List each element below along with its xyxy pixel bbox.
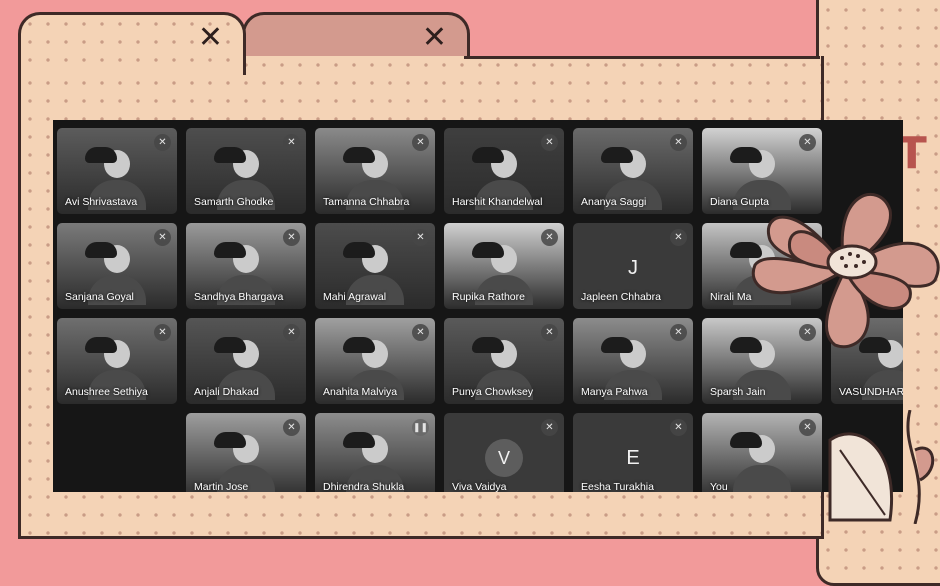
participant-name: Anahita Malviya [323,386,398,398]
mic-muted-icon: ✕ [412,134,429,151]
close-icon[interactable]: ✕ [422,23,447,53]
participant-name: Avi Shrivastava [65,196,138,208]
participant-tile[interactable]: ✕ Anahita Malviya [315,318,435,404]
participant-tile[interactable]: E ✕ Eesha Turakhia [573,413,693,492]
mic-muted-icon: ✕ [283,419,300,436]
participant-name: Sparsh Jain [710,386,766,398]
participant-tile[interactable]: ✕ Martin Jose [186,413,306,492]
participant-tile[interactable]: ✕ Punya Chowksey [444,318,564,404]
participant-avatar: E [626,447,640,469]
participant-name: Manya Pahwa [581,386,648,398]
participant-name: Ananya Saggi [581,196,647,208]
participant-name: Punya Chowksey [452,386,534,398]
participant-video [730,432,791,492]
participant-tile[interactable]: ✕ Rupika Rathore [444,223,564,309]
mic-muted-icon: ✕ [412,229,429,246]
mic-muted-icon: ✕ [412,324,429,341]
participant-name: Rupika Rathore [452,291,525,303]
mic-muted-icon: ✕ [670,134,687,151]
participant-name: Dhirendra Shukla [323,481,405,492]
participant-name: Viva Vaidya [452,481,507,492]
mic-muted-icon: ✕ [670,324,687,341]
participant-tile[interactable]: ✕ Tamanna Chhabra [315,128,435,214]
participant-tile[interactable]: ✕ Mahi Agrawal [315,223,435,309]
mic-muted-icon: ✕ [541,419,558,436]
participant-avatar: V [485,439,523,477]
participant-tile[interactable]: ✕ You [702,413,822,492]
participant-name: Martin Jose [194,481,249,492]
participant-tile[interactable]: ✕ Ananya Saggi [573,128,693,214]
participant-tile[interactable]: ✕ Manya Pahwa [573,318,693,404]
participant-name: VASUNDHARA [839,386,903,398]
mic-muted-icon: ✕ [283,134,300,151]
participant-avatar: J [628,257,638,279]
participant-tile[interactable]: ✕ Sanjana Goyal [57,223,177,309]
tab-active[interactable]: ✕ [18,12,246,75]
mic-muted-icon: ✕ [541,134,558,151]
participant-name: Japleen Chhabra [581,291,661,303]
participant-name: Anjali Dhakad [194,386,259,398]
mic-muted-icon: ✕ [670,229,687,246]
close-icon[interactable]: ✕ [198,23,223,53]
leaf-illustration [828,410,935,524]
participant-tile[interactable]: J ✕ Japleen Chhabra [573,223,693,309]
participant-tile[interactable]: ✕ Harshit Khandelwal [444,128,564,214]
flower-illustration [751,193,940,349]
participant-name: Eesha Turakhia [581,481,654,492]
mic-muted-icon: ✕ [283,324,300,341]
mic-muted-icon: ✕ [799,419,816,436]
participant-name: Anushree Sethiya [65,386,148,398]
participant-name: Samarth Ghodke [194,196,274,208]
mic-muted-icon: ✕ [799,134,816,151]
mic-muted-icon: ✕ [283,229,300,246]
mic-muted-icon: ✕ [670,419,687,436]
mic-muted-icon: ✕ [154,134,171,151]
mic-muted-icon: ✕ [541,229,558,246]
participant-tile[interactable]: ✕ Anjali Dhakad [186,318,306,404]
participant-name: You [710,481,728,492]
audio-level-icon: ❚❚ [412,419,429,436]
participant-tile[interactable]: ❚❚ Dhirendra Shukla [315,413,435,492]
participant-tile[interactable]: ✕ Sandhya Bhargava [186,223,306,309]
participant-name: Mahi Agrawal [323,291,387,303]
window-border [464,56,820,59]
participant-name: Sandhya Bhargava [194,291,284,303]
participant-name: Tamanna Chhabra [323,196,410,208]
participant-name: Sanjana Goyal [65,291,134,303]
participant-tile[interactable]: ✕ Avi Shrivastava [57,128,177,214]
mic-muted-icon: ✕ [154,324,171,341]
participant-tile[interactable]: V ✕ Viva Vaidya [444,413,564,492]
participant-tile[interactable]: ✕ Samarth Ghodke [186,128,306,214]
participant-tile[interactable]: ✕ Anushree Sethiya [57,318,177,404]
participant-name: Harshit Khandelwal [452,196,543,208]
mic-muted-icon: ✕ [541,324,558,341]
mic-muted-icon: ✕ [154,229,171,246]
